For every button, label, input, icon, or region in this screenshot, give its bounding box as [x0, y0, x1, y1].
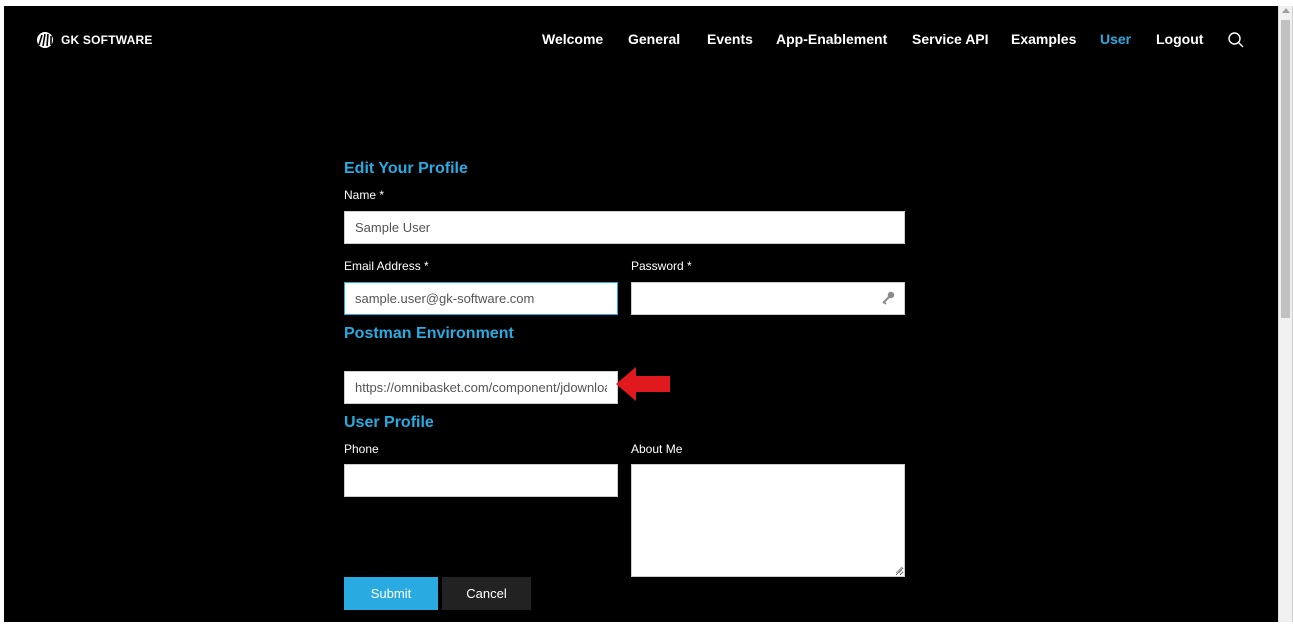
- nav-item-events[interactable]: Events: [707, 31, 753, 47]
- cancel-button[interactable]: Cancel: [442, 577, 531, 610]
- postman-environment-title: Postman Environment: [344, 325, 514, 342]
- search-icon[interactable]: [1227, 31, 1245, 49]
- submit-button[interactable]: Submit: [344, 577, 438, 610]
- gk-logo-icon: [37, 32, 53, 48]
- annotation-arrow-icon: [616, 367, 670, 401]
- nav-item-general[interactable]: General: [628, 31, 680, 47]
- key-icon[interactable]: [880, 290, 896, 306]
- email-label: Email Address *: [344, 259, 429, 273]
- nav-item-user[interactable]: User: [1100, 31, 1131, 47]
- nav-item-service-api[interactable]: Service API: [912, 31, 989, 47]
- password-field[interactable]: [631, 282, 905, 315]
- email-field[interactable]: [344, 282, 618, 315]
- nav-item-examples[interactable]: Examples: [1011, 31, 1076, 47]
- vertical-scrollbar[interactable]: [1278, 6, 1292, 622]
- nav-item-welcome[interactable]: Welcome: [542, 31, 603, 47]
- password-label: Password *: [631, 259, 692, 273]
- postman-url-field[interactable]: [344, 371, 618, 404]
- scroll-up-arrow-icon[interactable]: [1282, 8, 1290, 13]
- brand-name: GK SOFTWARE: [61, 33, 153, 47]
- name-label: Name *: [344, 188, 385, 202]
- about-me-label: About Me: [631, 442, 683, 456]
- nav-item-logout[interactable]: Logout: [1156, 31, 1203, 47]
- user-profile-title: User Profile: [344, 414, 434, 431]
- name-field[interactable]: [344, 211, 905, 244]
- phone-label: Phone: [344, 442, 379, 456]
- phone-field[interactable]: [344, 464, 618, 497]
- resize-grip-icon[interactable]: [895, 566, 903, 574]
- about-me-field[interactable]: [631, 464, 905, 577]
- nav-item-app-enablement[interactable]: App-Enablement: [776, 31, 887, 47]
- scroll-thumb[interactable]: [1281, 20, 1290, 318]
- brand-logo[interactable]: GK SOFTWARE: [34, 30, 153, 50]
- edit-profile-title: Edit Your Profile: [344, 160, 468, 177]
